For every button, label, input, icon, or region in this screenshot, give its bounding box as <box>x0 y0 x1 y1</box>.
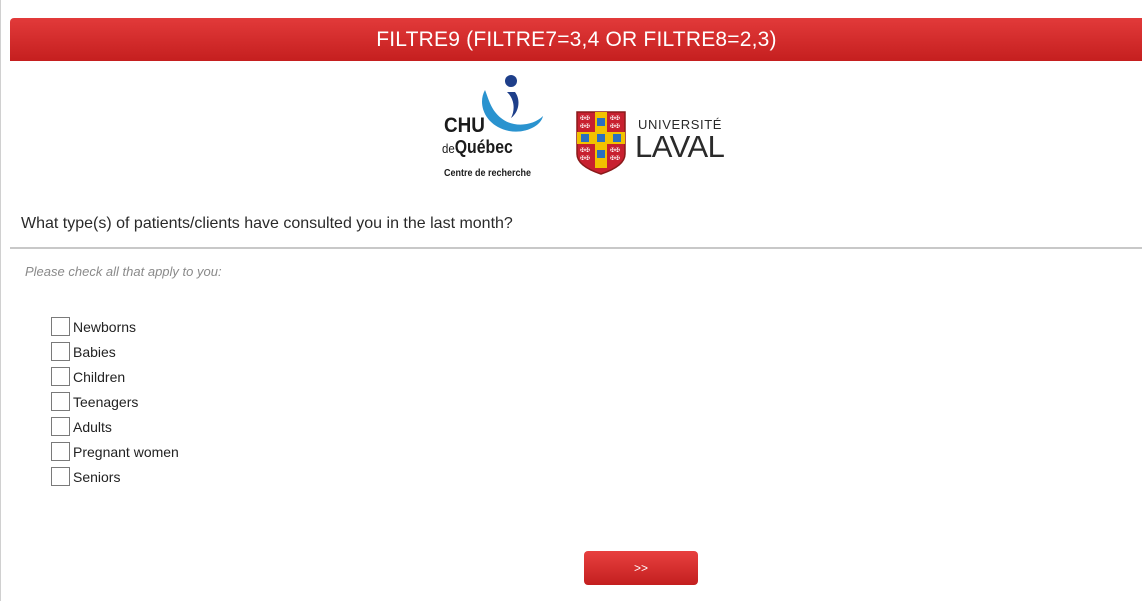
checkbox[interactable] <box>51 467 70 486</box>
checkbox[interactable] <box>51 442 70 461</box>
laval-logo-line2: LAVAL <box>635 129 725 164</box>
svg-text:✠✠: ✠✠ <box>610 115 620 122</box>
svg-text:✠✠: ✠✠ <box>610 147 620 154</box>
svg-text:✠✠: ✠✠ <box>580 155 590 162</box>
question-code-header: FILTRE9 (FILTRE7=3,4 OR FILTRE8=2,3) <box>10 18 1142 61</box>
chu-logo-prefix: de <box>442 141 455 156</box>
checkbox[interactable] <box>51 392 70 411</box>
option-label: Teenagers <box>73 393 139 410</box>
option-label: Children <box>73 368 126 385</box>
option-label: Newborns <box>73 318 137 335</box>
option-babies[interactable]: Babies <box>51 339 179 364</box>
option-teenagers[interactable]: Teenagers <box>51 389 179 414</box>
chu-logo-city: Québec <box>454 137 513 157</box>
next-button[interactable]: >> <box>584 551 698 585</box>
checkbox[interactable] <box>51 317 70 336</box>
question-hint: Please check all that apply to you: <box>25 264 222 279</box>
svg-text:✠✠: ✠✠ <box>580 147 590 154</box>
option-adults[interactable]: Adults <box>51 414 179 439</box>
option-children[interactable]: Children <box>51 364 179 389</box>
svg-text:✠✠: ✠✠ <box>580 115 590 122</box>
svg-text:✠✠: ✠✠ <box>580 123 590 130</box>
laval-shield-icon: ✠✠ ✠✠ ✠✠ ✠✠ ✠✠ ✠✠ ✠✠ ✠✠ <box>576 111 626 175</box>
option-label: Seniors <box>73 468 121 485</box>
checkbox[interactable] <box>51 342 70 361</box>
chu-logo-line2: deQuébec <box>442 137 513 158</box>
option-seniors[interactable]: Seniors <box>51 464 179 489</box>
question-text: What type(s) of patients/clients have co… <box>21 215 513 232</box>
question-divider <box>10 247 1142 249</box>
answer-options: Newborns Babies Children Teenagers Adult… <box>51 314 179 489</box>
sponsor-logos: CHU deQuébec Centre de recherche ✠✠ ✠✠ ✠✠… <box>431 74 761 184</box>
svg-text:✠✠: ✠✠ <box>610 155 620 162</box>
survey-page: FILTRE9 (FILTRE7=3,4 OR FILTRE8=2,3) CHU… <box>0 0 1142 601</box>
checkbox[interactable] <box>51 417 70 436</box>
option-pregnant-women[interactable]: Pregnant women <box>51 439 179 464</box>
option-label: Babies <box>73 343 116 360</box>
option-label: Pregnant women <box>73 443 179 460</box>
universite-laval-logo: ✠✠ ✠✠ ✠✠ ✠✠ ✠✠ ✠✠ ✠✠ ✠✠ UNIVERSITÉ LAVAL <box>575 110 755 176</box>
checkbox[interactable] <box>51 367 70 386</box>
svg-text:✠✠: ✠✠ <box>610 123 620 130</box>
option-label: Adults <box>73 418 112 435</box>
chu-logo-line3: Centre de recherche <box>444 168 532 179</box>
chu-quebec-logo: CHU deQuébec Centre de recherche <box>431 74 551 184</box>
chu-logo-line1: CHU <box>444 114 485 137</box>
option-newborns[interactable]: Newborns <box>51 314 179 339</box>
